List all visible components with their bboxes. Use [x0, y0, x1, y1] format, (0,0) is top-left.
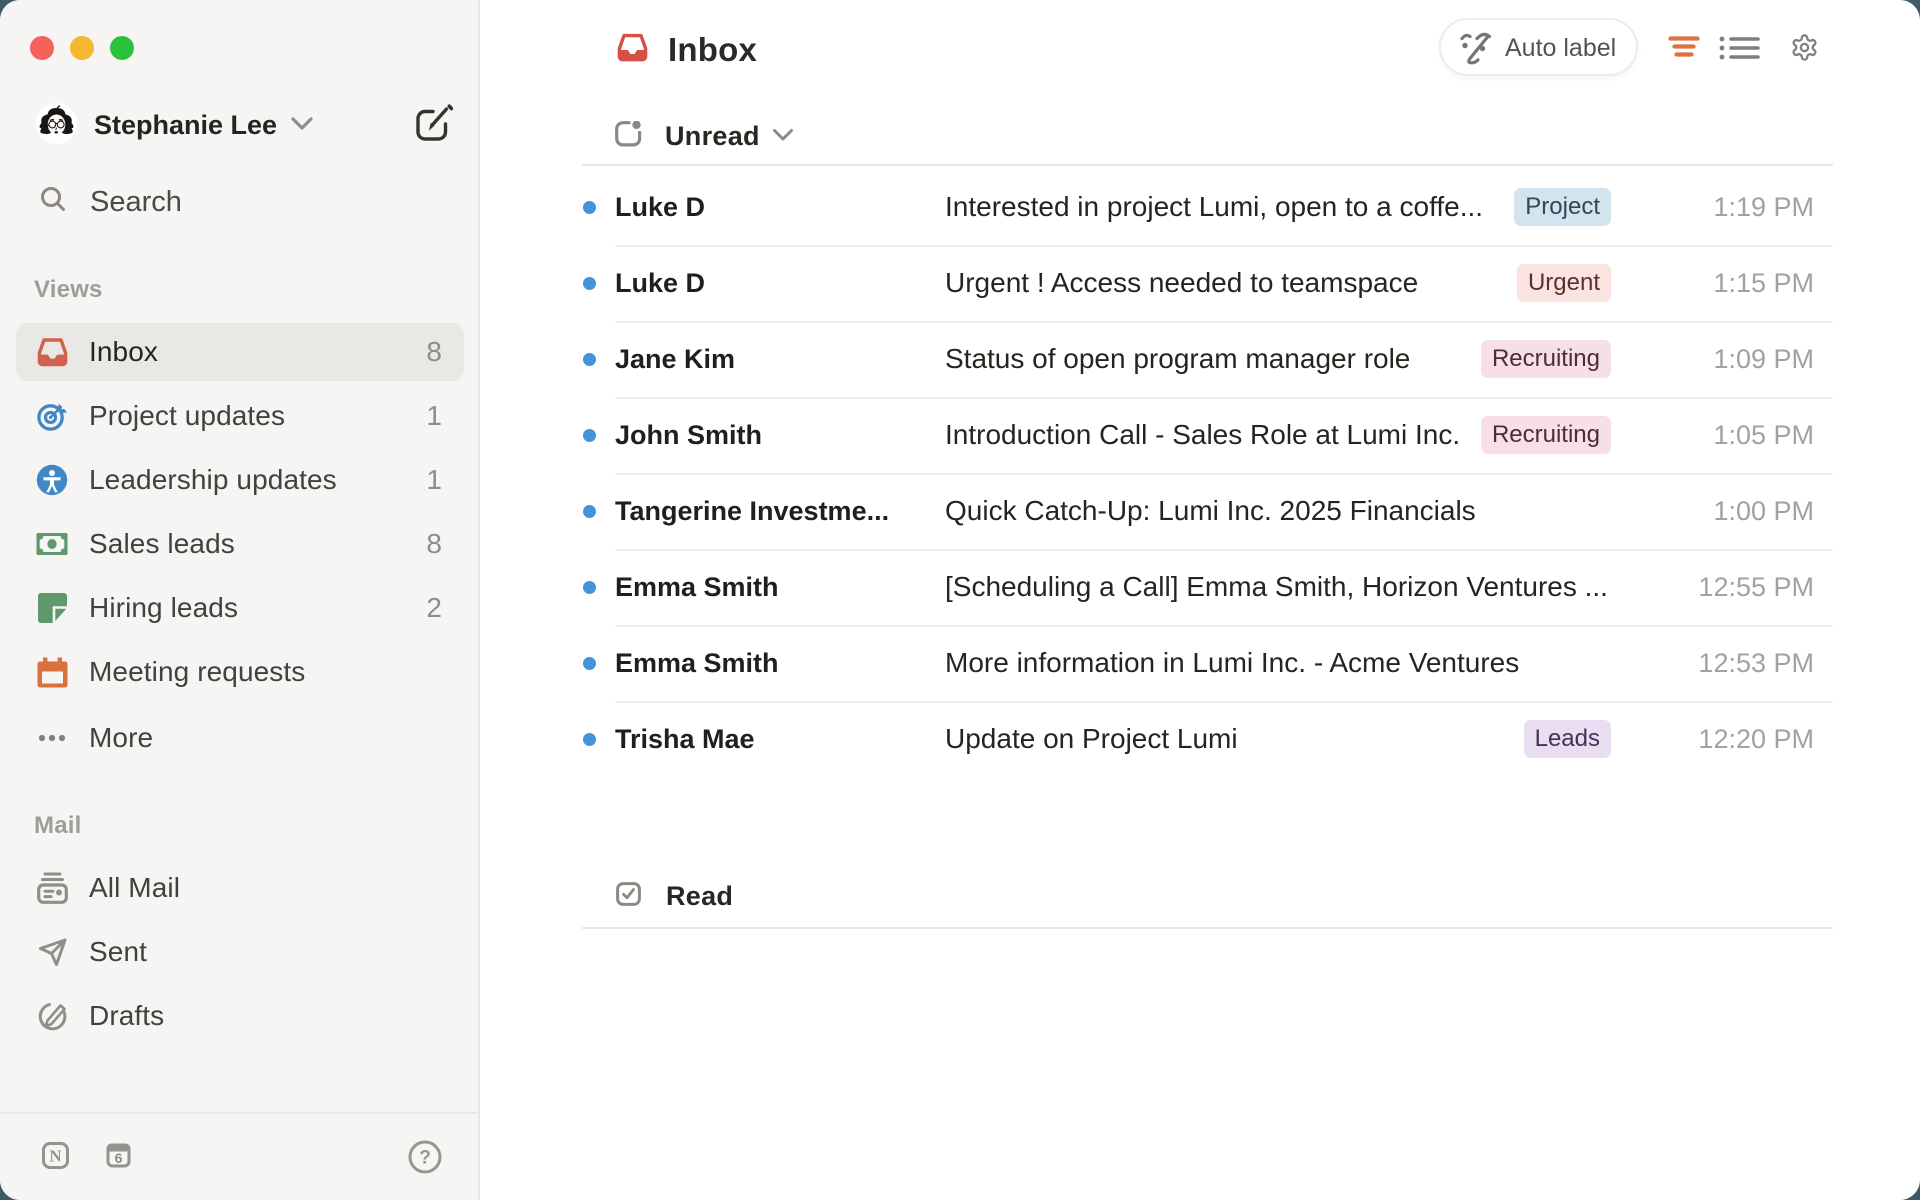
- svg-text:6: 6: [115, 1150, 123, 1166]
- svg-text:?: ?: [419, 1148, 431, 1169]
- svg-text:N: N: [49, 1147, 62, 1166]
